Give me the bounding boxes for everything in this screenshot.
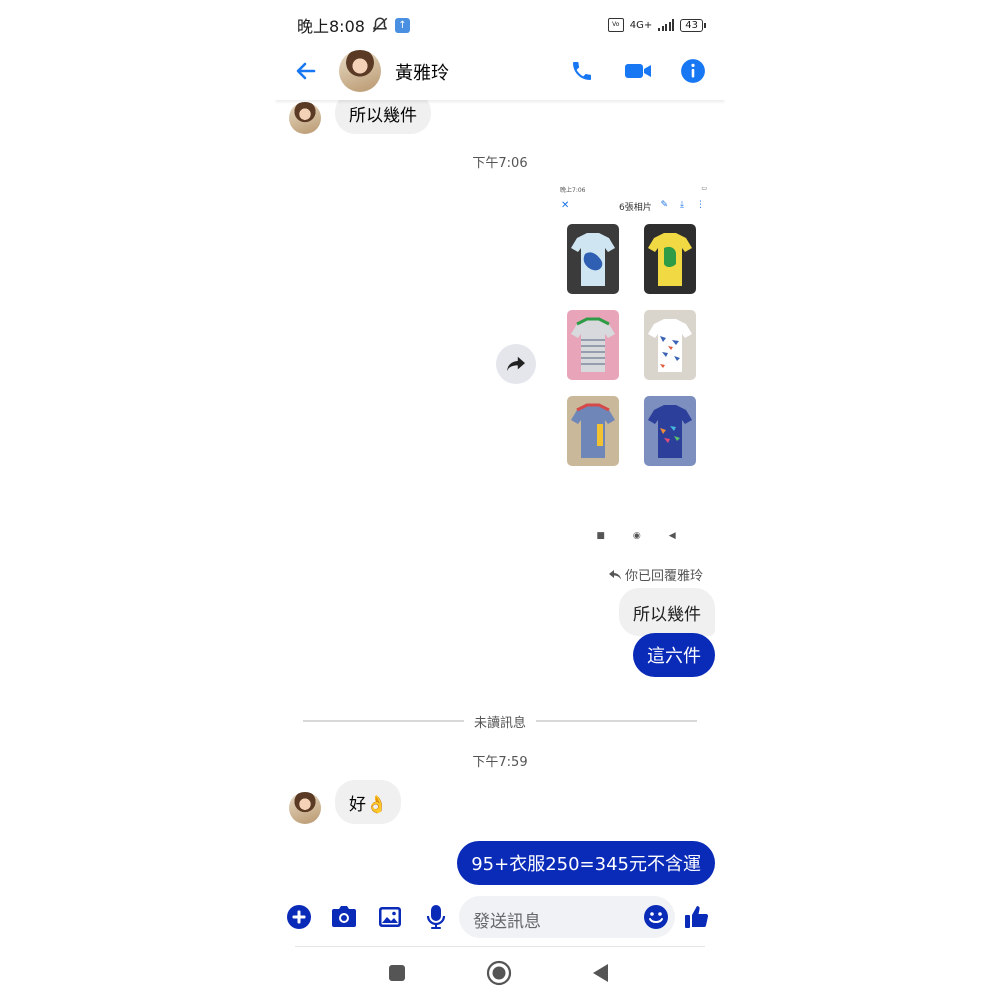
screenshot-header: ✕ 6張相片 ✎ ⤓ ⋮ [557, 200, 715, 214]
tshirt-photo [644, 310, 696, 380]
mute-bell-icon [371, 16, 389, 34]
message-timestamp: 下午7:06 [472, 156, 528, 171]
emoji-icon[interactable] [643, 904, 669, 930]
battery-level: 43 [680, 18, 706, 32]
phone-icon[interactable] [567, 56, 597, 86]
reply-note-text: 你已回覆雅玲 [624, 569, 703, 584]
contact-name[interactable]: 黃雅玲 [395, 59, 449, 85]
info-icon[interactable] [678, 56, 708, 86]
thumbs-up-icon[interactable] [683, 903, 711, 931]
reply-indicator: 你已回覆雅玲 [608, 565, 703, 584]
unread-divider-label: 未讀訊息 [474, 715, 527, 731]
message-composer: 發送訊息 [275, 893, 725, 943]
chat-header: 黃雅玲 [275, 42, 725, 100]
divider-line [303, 720, 464, 722]
recent-apps-icon[interactable] [383, 959, 411, 987]
back-arrow-icon[interactable] [291, 56, 321, 86]
divider-line [536, 720, 698, 722]
tshirt-photo [644, 396, 696, 466]
image-icon[interactable] [376, 903, 404, 931]
screenshot-back-icon: ◀ [668, 531, 676, 541]
video-camera-icon[interactable] [623, 56, 653, 86]
screenshot-title: 6張相片 [619, 203, 652, 213]
unread-divider: 未讀訊息 [303, 712, 698, 731]
tshirt-photo [567, 310, 619, 380]
more-icon: ⋮ [696, 200, 705, 210]
edit-icon: ✎ [660, 200, 669, 210]
network-type: 4G+ [629, 19, 653, 31]
forward-button[interactable] [496, 344, 536, 384]
close-icon: ✕ [561, 200, 570, 211]
volte-icon: Vo [607, 18, 624, 32]
camera-icon[interactable] [330, 903, 358, 931]
system-navigation-bar [275, 955, 725, 991]
tshirt-photo [567, 224, 619, 294]
quoted-message[interactable]: 所以幾件 [619, 588, 715, 636]
screenshot-status-time: 晚上7:06 [560, 187, 586, 194]
message-timestamp: 下午7:59 [472, 755, 528, 770]
messenger-chat-screen: 晚上8:08 ↑ Vo 4G+ 43 黃雅玲 所以幾件 下午7:06 晚上7:0… [275, 0, 725, 1000]
outgoing-message[interactable]: 95+衣服250=345元不含運 [457, 841, 715, 885]
shared-image[interactable]: 晚上7:06 ▭ ✕ 6張相片 ✎ ⤓ ⋮ ■ ◉ ◀ [557, 180, 715, 550]
signal-strength-icon [658, 19, 675, 31]
outgoing-message[interactable]: 這六件 [633, 633, 715, 677]
screenshot-nav-bar: ■ ◉ ◀ [557, 530, 715, 542]
incoming-message[interactable]: 好👌 [335, 780, 402, 824]
message-input-placeholder: 發送訊息 [473, 912, 541, 932]
screenshot-tools: ✎ ⤓ ⋮ [660, 200, 705, 210]
composer-separator [295, 946, 705, 947]
screenshot-battery-icon: ▭ [701, 185, 707, 192]
upload-icon: ↑ [394, 17, 410, 33]
contact-avatar-small[interactable] [289, 792, 321, 824]
status-time: 晚上8:08 [297, 17, 365, 36]
screenshot-status-bar: 晚上7:06 ▭ [560, 185, 707, 194]
message-input[interactable]: 發送訊息 [459, 896, 675, 938]
microphone-icon[interactable] [422, 903, 450, 931]
screenshot-recent-icon: ■ [596, 531, 605, 541]
status-bar: 晚上8:08 ↑ Vo 4G+ 43 [297, 8, 706, 42]
reply-icon [608, 569, 621, 579]
home-icon[interactable] [485, 959, 513, 987]
forward-arrow-icon [507, 356, 525, 372]
contact-avatar-small[interactable] [289, 102, 321, 134]
screenshot-home-icon: ◉ [632, 531, 641, 541]
download-icon: ⤓ [680, 200, 684, 210]
tshirt-photo [644, 224, 696, 294]
tshirt-photo [567, 396, 619, 466]
contact-avatar[interactable] [339, 50, 381, 92]
back-icon[interactable] [586, 959, 614, 987]
plus-icon[interactable] [285, 903, 313, 931]
